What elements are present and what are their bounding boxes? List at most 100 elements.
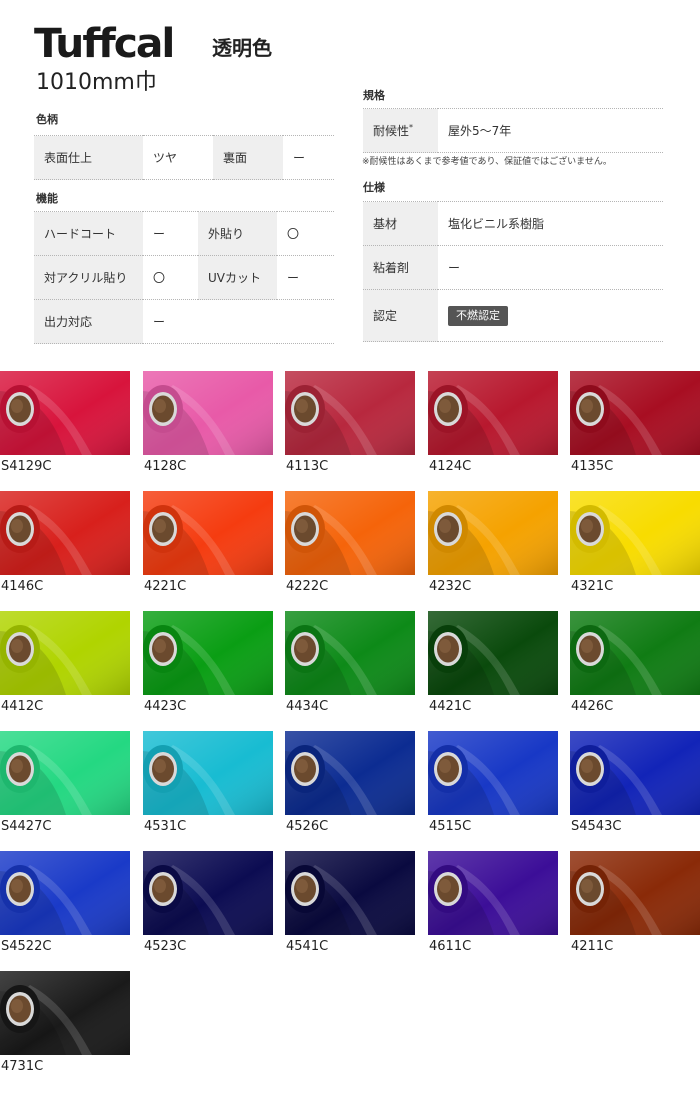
- swatch-code: 4211C: [571, 939, 614, 954]
- table-row: 耐候性* 屋外5～7年: [363, 108, 663, 153]
- color-swatch[interactable]: 4523C: [143, 851, 273, 966]
- vinyl-roll-image: [143, 371, 273, 455]
- vinyl-roll-image: [285, 491, 415, 575]
- color-swatch[interactable]: 4221C: [143, 491, 273, 606]
- color-swatch[interactable]: 4128C: [143, 371, 273, 486]
- color-swatch[interactable]: 4434C: [285, 611, 415, 726]
- swatch-code: 4731C: [1, 1059, 44, 1074]
- color-swatch[interactable]: 4146C: [0, 491, 130, 606]
- color-swatch[interactable]: S4129C: [0, 371, 130, 486]
- width-label: 1010mm巾: [36, 70, 157, 95]
- cert-badge: 不燃認定: [448, 305, 508, 326]
- table-row: 認定 不燃認定: [363, 289, 663, 342]
- vinyl-roll-image: [285, 731, 415, 815]
- vinyl-roll-image: [570, 491, 700, 575]
- surface-value: ツヤ: [143, 135, 213, 180]
- color-swatch[interactable]: 4423C: [143, 611, 273, 726]
- color-swatch[interactable]: 4135C: [570, 371, 700, 486]
- brand-subtitle: 透明色: [212, 36, 272, 60]
- swatch-code: 4423C: [144, 699, 187, 714]
- vinyl-roll-image: [0, 731, 130, 815]
- adhesive-value: ー: [438, 245, 663, 290]
- brand-logo: Tuffcal: [34, 21, 175, 67]
- vinyl-roll-image: [0, 611, 130, 695]
- swatch-code: 4412C: [1, 699, 44, 714]
- color-swatch[interactable]: 4232C: [428, 491, 558, 606]
- weather-mark: *: [409, 123, 414, 132]
- swatch-code: 4124C: [429, 459, 472, 474]
- spec-table: 基材 塩化ビニル系樹脂 粘着剤 ー 認定 不燃認定: [363, 201, 663, 342]
- weather-label: 耐候性*: [363, 108, 438, 153]
- color-swatch[interactable]: 4222C: [285, 491, 415, 606]
- output-value: ー: [143, 299, 334, 344]
- weather-note: ※耐候性はあくまで参考値であり、保証値ではございません。: [362, 157, 612, 167]
- surface-label: 表面仕上: [34, 135, 143, 180]
- table-row: 対アクリル貼り 〇 UVカット ー: [34, 255, 334, 300]
- vinyl-roll-image: [0, 851, 130, 935]
- vinyl-roll-image: [570, 611, 700, 695]
- color-swatch[interactable]: 4541C: [285, 851, 415, 966]
- vinyl-roll-image: [143, 731, 273, 815]
- swatch-code: 4232C: [429, 579, 472, 594]
- swatch-code: 4426C: [571, 699, 614, 714]
- swatch-code: 4523C: [144, 939, 187, 954]
- swatch-code: 4541C: [286, 939, 329, 954]
- uvcut-label: UVカット: [198, 255, 277, 300]
- adhesive-label: 粘着剤: [363, 245, 438, 290]
- pattern-section-title: 色柄: [36, 113, 58, 126]
- color-swatch[interactable]: 4321C: [570, 491, 700, 606]
- hardcoat-value: ー: [143, 211, 198, 256]
- swatch-code: 4421C: [429, 699, 472, 714]
- swatch-code: 4113C: [286, 459, 329, 474]
- vinyl-roll-image: [285, 371, 415, 455]
- swatch-grid: S4129C 4128C 4113C 4124C 4135C 4146C 4221C 4222…: [0, 371, 700, 1091]
- swatch-code: 4531C: [144, 819, 187, 834]
- color-swatch[interactable]: 4611C: [428, 851, 558, 966]
- color-swatch[interactable]: 4526C: [285, 731, 415, 846]
- function-table: ハードコート ー 外貼り 〇 対アクリル貼り 〇 UVカット ー 出力対応 ー: [34, 211, 334, 344]
- vinyl-roll-image: [428, 371, 558, 455]
- vinyl-roll-image: [428, 851, 558, 935]
- color-swatch[interactable]: 4426C: [570, 611, 700, 726]
- outdoor-label: 外貼り: [198, 211, 277, 256]
- color-swatch[interactable]: S4522C: [0, 851, 130, 966]
- color-swatch[interactable]: 4412C: [0, 611, 130, 726]
- swatch-code: 4221C: [144, 579, 187, 594]
- swatch-code: 4146C: [1, 579, 44, 594]
- vinyl-roll-image: [285, 851, 415, 935]
- swatch-code: 4222C: [286, 579, 329, 594]
- vinyl-roll-image: [143, 611, 273, 695]
- acrylic-value: 〇: [143, 255, 198, 300]
- swatch-code: S4543C: [571, 819, 622, 834]
- color-swatch[interactable]: S4427C: [0, 731, 130, 846]
- swatch-code: 4434C: [286, 699, 329, 714]
- spec-section-title: 仕様: [363, 181, 385, 194]
- outdoor-value: 〇: [277, 211, 334, 256]
- vinyl-roll-image: [0, 971, 130, 1055]
- vinyl-roll-image: [428, 491, 558, 575]
- swatch-code: 4128C: [144, 459, 187, 474]
- color-swatch[interactable]: 4421C: [428, 611, 558, 726]
- swatch-code: 4526C: [286, 819, 329, 834]
- standard-section-title: 規格: [363, 89, 385, 102]
- table-row: 出力対応 ー: [34, 299, 334, 344]
- table-row: 粘着剤 ー: [363, 245, 663, 290]
- back-label: 裏面: [213, 135, 283, 180]
- table-row: ハードコート ー 外貼り 〇: [34, 211, 334, 256]
- color-swatch[interactable]: 4124C: [428, 371, 558, 486]
- color-swatch[interactable]: 4515C: [428, 731, 558, 846]
- color-swatch[interactable]: 4113C: [285, 371, 415, 486]
- table-row: 表面仕上 ツヤ 裏面 ー: [34, 135, 334, 180]
- color-swatch[interactable]: S4543C: [570, 731, 700, 846]
- cert-value-cell: 不燃認定: [438, 289, 663, 342]
- base-label: 基材: [363, 201, 438, 246]
- uvcut-value: ー: [277, 255, 334, 300]
- color-swatch[interactable]: 4211C: [570, 851, 700, 966]
- vinyl-roll-image: [0, 371, 130, 455]
- weather-label-text: 耐候性: [373, 124, 410, 138]
- swatch-code: 4135C: [571, 459, 614, 474]
- color-swatch[interactable]: 4531C: [143, 731, 273, 846]
- color-swatch[interactable]: 4731C: [0, 971, 130, 1086]
- vinyl-roll-image: [570, 731, 700, 815]
- pattern-table: 表面仕上 ツヤ 裏面 ー: [34, 135, 334, 180]
